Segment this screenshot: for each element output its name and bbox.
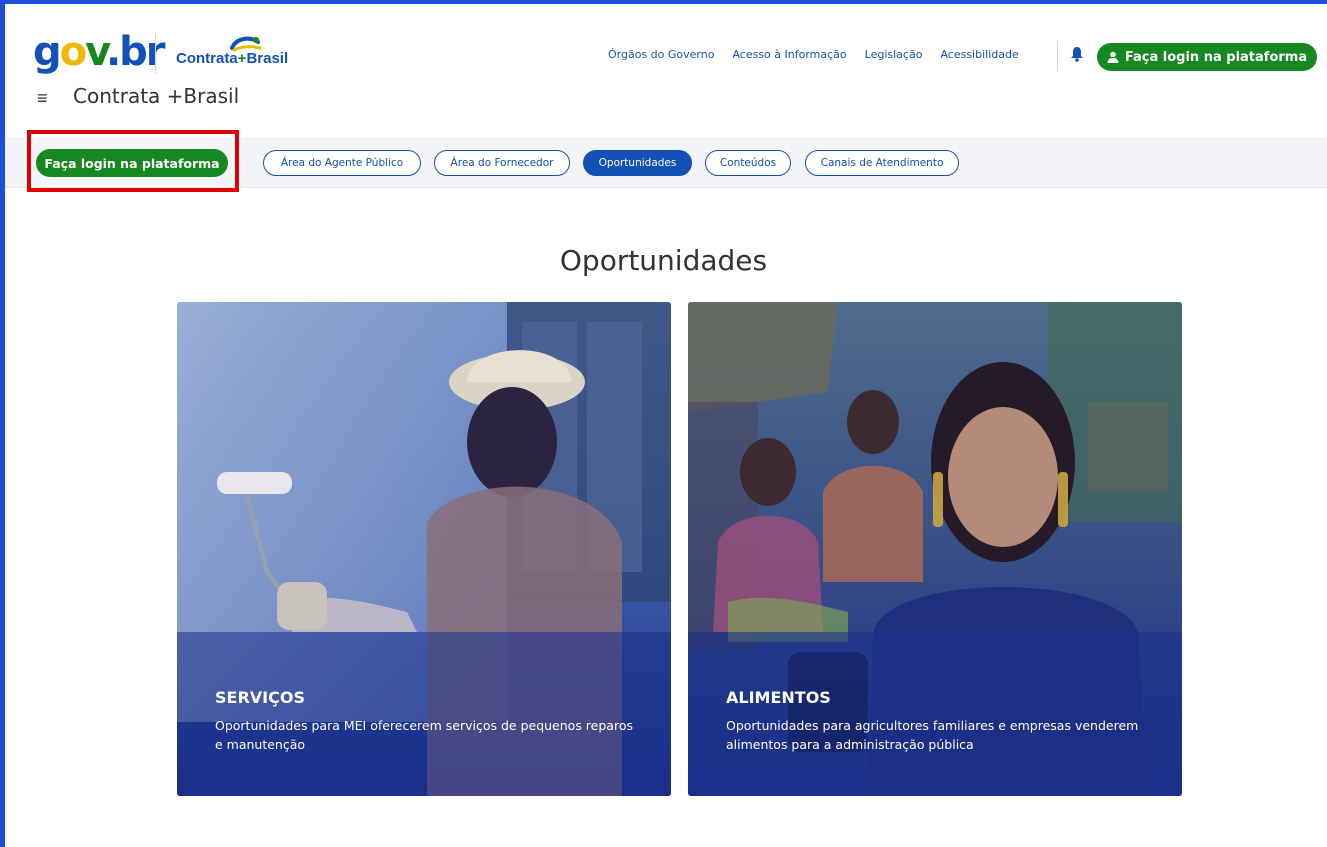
top-links: Órgãos do Governo Acesso à Informação Le… xyxy=(608,48,1019,61)
login-button-header-label: Faça login na plataforma xyxy=(1124,49,1308,65)
link-legislacao[interactable]: Legislação xyxy=(865,48,923,61)
card-servicos[interactable]: SERVIÇOS Oportunidades para MEI oferecer… xyxy=(177,302,671,796)
nav-tab-conteudos[interactable]: Conteúdos xyxy=(705,150,791,176)
card-alimentos[interactable]: ALIMENTOS Oportunidades para agricultore… xyxy=(688,302,1182,796)
link-acesso-a-informacao[interactable]: Acesso à Informação xyxy=(732,48,846,61)
nav-tab-canais-de-atendimento[interactable]: Canais de Atendimento xyxy=(805,150,959,176)
nav-tab-area-do-agente-publico[interactable]: Área do Agente Público xyxy=(263,150,421,176)
nav-tab-oportunidades[interactable]: Oportunidades xyxy=(583,150,692,176)
page-title: Oportunidades xyxy=(559,243,768,277)
link-acessibilidade[interactable]: Acessibilidade xyxy=(940,48,1018,61)
highlight-annotation-box xyxy=(27,130,239,192)
card-description: Oportunidades para agricultores familiar… xyxy=(726,718,1139,752)
logo-divider xyxy=(155,34,156,74)
header-divider xyxy=(1057,42,1058,70)
hamburger-menu-icon[interactable]: ≡ xyxy=(37,88,48,109)
contrata-brasil-logo[interactable]: Contrata+Brasil xyxy=(176,50,288,67)
card-title: ALIMENTOS xyxy=(726,688,831,707)
site-title: Contrata +Brasil xyxy=(73,84,240,108)
card-description: Oportunidades para MEI oferecerem serviç… xyxy=(215,718,633,752)
govbr-logo[interactable]: gov.br xyxy=(33,32,166,72)
link-orgaos-do-governo[interactable]: Órgãos do Governo xyxy=(608,48,714,61)
login-button-header[interactable]: Faça login na plataforma xyxy=(1097,43,1317,71)
nav-tab-area-do-fornecedor[interactable]: Área do Fornecedor xyxy=(434,150,570,176)
bell-icon[interactable] xyxy=(1070,46,1084,62)
user-icon xyxy=(1107,51,1119,63)
card-title: SERVIÇOS xyxy=(215,688,305,707)
